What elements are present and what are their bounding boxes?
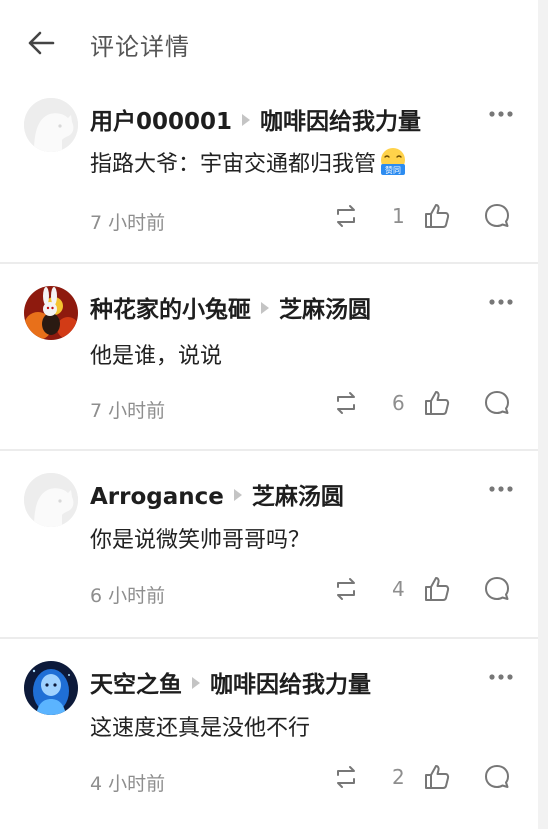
emoji-label: 赞同 [385, 165, 401, 175]
rabbit-avatar-icon [24, 286, 78, 340]
reply-to-username[interactable]: 咖啡因给我力量 [210, 672, 371, 698]
more-options-icon[interactable] [488, 673, 514, 681]
comment-item: 天空之鱼 咖啡因给我力量 这速度还真是没他不行 4 小时前 2 [0, 639, 538, 825]
reply-to-arrow-icon [261, 302, 269, 314]
comment-header: Arrogance 芝麻汤圆 [90, 477, 344, 511]
like-count: 2 [392, 765, 405, 789]
like-thumb-icon[interactable] [424, 576, 450, 602]
reply-bubble-icon[interactable] [484, 203, 510, 229]
like-count: 6 [392, 391, 405, 415]
reply-bubble-icon[interactable] [484, 576, 510, 602]
reply-to-arrow-icon [233, 489, 242, 501]
reply-to-username[interactable]: 咖啡因给我力量 [260, 109, 421, 135]
username[interactable]: 天空之鱼 [90, 672, 182, 698]
reply-to-arrow-icon [192, 677, 200, 689]
more-options-icon[interactable] [488, 485, 514, 493]
comment-text: 他是谁，说说 [90, 344, 223, 369]
reply-to-username[interactable]: 芝麻汤圆 [279, 297, 371, 323]
page-title: 评论详情 [90, 33, 190, 61]
like-count: 1 [392, 204, 405, 228]
anime-avatar-icon [24, 661, 78, 715]
like-thumb-icon[interactable] [424, 203, 450, 229]
more-options-icon[interactable] [488, 110, 514, 118]
back-arrow-icon[interactable] [26, 28, 56, 58]
comment-detail-page: 评论详情 用户000001 咖啡因给我力量 指路大爷：宇宙交通都归我管 赞同 7… [0, 0, 538, 829]
avatar[interactable] [24, 98, 78, 152]
reply-to-username[interactable]: 芝麻汤圆 [252, 484, 344, 510]
like-thumb-icon[interactable] [424, 390, 450, 416]
header: 评论详情 [0, 0, 538, 90]
repost-icon[interactable] [333, 391, 359, 415]
more-options-icon[interactable] [488, 298, 514, 306]
username[interactable]: 用户000001 [90, 109, 232, 135]
default-avatar-icon [24, 98, 78, 152]
username[interactable]: 种花家的小兔砸 [90, 297, 251, 323]
comment-item: 种花家的小兔砸 芝麻汤圆 他是谁，说说 7 小时前 6 [0, 264, 538, 451]
repost-icon[interactable] [333, 765, 359, 789]
avatar[interactable] [24, 473, 78, 527]
timestamp: 7 小时前 [90, 400, 166, 422]
comment-text: 指路大爷：宇宙交通都归我管 赞同 [90, 146, 408, 178]
repost-icon[interactable] [333, 577, 359, 601]
avatar[interactable] [24, 661, 78, 715]
reply-to-arrow-icon [242, 114, 251, 126]
repost-icon[interactable] [333, 204, 359, 228]
like-count: 4 [392, 577, 405, 601]
like-thumb-icon[interactable] [424, 764, 450, 790]
comment-header: 天空之鱼 咖啡因给我力量 [90, 665, 371, 699]
timestamp: 7 小时前 [90, 212, 166, 234]
comment-header: 种花家的小兔砸 芝麻汤圆 [90, 290, 371, 324]
default-avatar-icon [24, 473, 78, 527]
username[interactable]: Arrogance [90, 484, 224, 510]
comment-header: 用户000001 咖啡因给我力量 [90, 102, 421, 136]
comment-item: 用户000001 咖啡因给我力量 指路大爷：宇宙交通都归我管 赞同 7 小时前 1 [0, 90, 538, 264]
avatar[interactable] [24, 286, 78, 340]
timestamp: 6 小时前 [90, 585, 166, 607]
comment-text: 你是说微笑帅哥哥吗？ [90, 528, 311, 553]
timestamp: 4 小时前 [90, 773, 166, 795]
reply-bubble-icon[interactable] [484, 764, 510, 790]
reply-bubble-icon[interactable] [484, 390, 510, 416]
agree-emoji-icon: 赞同 [378, 147, 408, 177]
comment-item: Arrogance 芝麻汤圆 你是说微笑帅哥哥吗？ 6 小时前 4 [0, 451, 538, 639]
comment-text: 这速度还真是没他不行 [90, 716, 311, 741]
